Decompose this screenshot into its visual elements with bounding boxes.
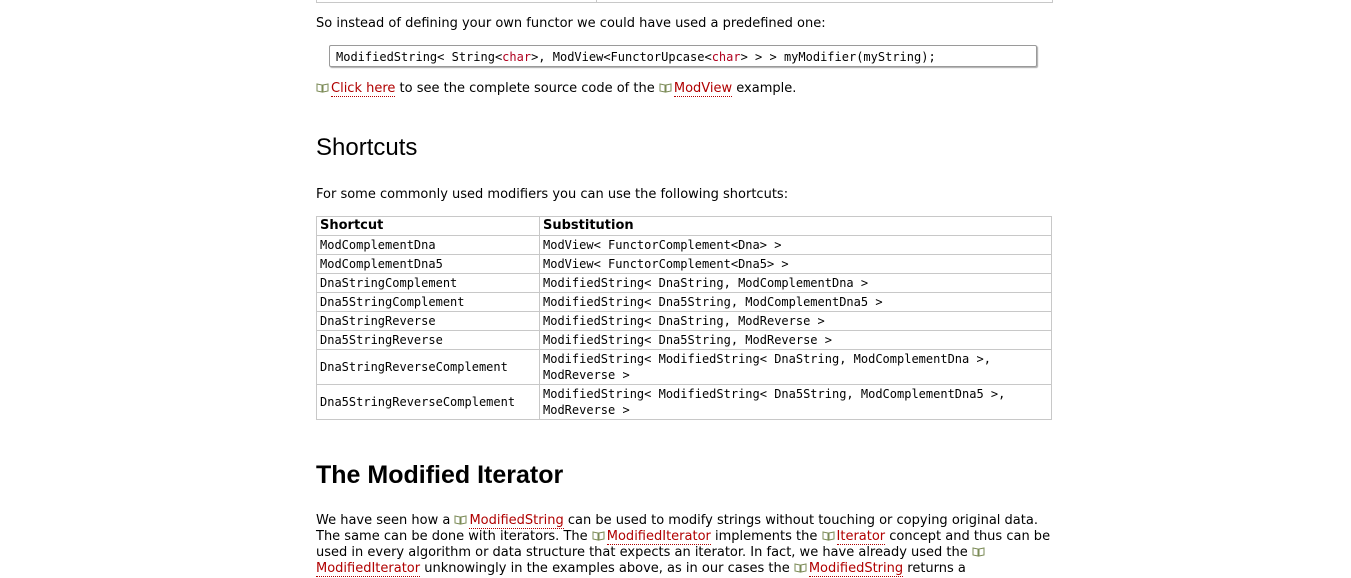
table-row: ModComplementDna ModView< FunctorCompleme… <box>316 235 1052 255</box>
book-icon <box>659 83 672 93</box>
header-shortcut: Shortcut <box>316 216 540 236</box>
book-icon <box>794 563 807 573</box>
table-row: DnaStringReverse ModifiedString< DnaStrin… <box>316 311 1052 331</box>
modified-iterator-heading: The Modified Iterator <box>316 461 564 489</box>
substitution-cell: ModView< FunctorComplement<Dna5> > <box>539 254 1052 274</box>
intro-text: So instead of defining your own functor … <box>316 16 826 31</box>
shortcut-cell: Dna5StringReverse <box>316 330 540 350</box>
table-row: Dna5StringComplement ModifiedString< Dna5… <box>316 292 1052 312</box>
shortcut-cell: DnaStringReverse <box>316 311 540 331</box>
header-substitution: Substitution <box>539 216 1052 236</box>
book-icon <box>822 531 835 541</box>
substitution-cell: ModifiedString< ModifiedString< Dna5Stri… <box>539 384 1052 420</box>
source-link-line: Click here to see the complete source co… <box>316 81 796 97</box>
modview-link[interactable]: ModView <box>673 81 733 97</box>
shortcut-cell: DnaStringReverseComplement <box>316 349 540 385</box>
substitution-cell: ModifiedString< DnaString, ModComplement… <box>539 273 1052 293</box>
modified-iterator-paragraph: We have seen how a ModifiedString can be… <box>316 513 1051 577</box>
table-row: DnaStringComplement ModifiedString< DnaSt… <box>316 273 1052 293</box>
book-icon <box>592 531 605 541</box>
modifiedstring-link[interactable]: ModifiedString <box>469 513 564 529</box>
substitution-cell: ModifiedString< Dna5String, ModComplemen… <box>539 292 1052 312</box>
substitution-cell: ModView< FunctorComplement<Dna> > <box>539 235 1052 255</box>
table-row: Dna5StringReverseComplement ModifiedStrin… <box>316 384 1052 420</box>
table-row: ModComplementDna5 ModView< FunctorComplem… <box>316 254 1052 274</box>
shortcuts-heading: Shortcuts <box>316 134 418 161</box>
modifiediterator-link[interactable]: ModifiedIterator <box>316 561 421 577</box>
iterator-link[interactable]: Iterator <box>836 529 886 545</box>
shortcut-cell: Dna5StringComplement <box>316 292 540 312</box>
substitution-cell: ModifiedString< DnaString, ModReverse > <box>539 311 1052 331</box>
previous-table-bottom <box>316 0 1053 3</box>
table-row: DnaStringReverseComplement ModifiedString… <box>316 349 1052 385</box>
shortcut-cell: Dna5StringReverseComplement <box>316 384 540 420</box>
substitution-cell: ModifiedString< ModifiedString< DnaStrin… <box>539 349 1052 385</box>
substitution-cell: ModifiedString< Dna5String, ModReverse > <box>539 330 1052 350</box>
table-header-row: Shortcut Substitution <box>316 216 1052 236</box>
book-icon <box>316 83 329 93</box>
modifiedstring-link[interactable]: ModifiedString <box>808 561 904 577</box>
shortcut-cell: ModComplementDna <box>316 235 540 255</box>
shortcut-cell: DnaStringComplement <box>316 273 540 293</box>
table-row: Dna5StringReverse ModifiedString< Dna5Str… <box>316 330 1052 350</box>
shortcut-cell: ModComplementDna5 <box>316 254 540 274</box>
modifiediterator-link[interactable]: ModifiedIterator <box>606 529 711 545</box>
click-here-link[interactable]: Click here <box>331 81 396 97</box>
code-block: ModifiedString< String<char>, ModView<Fu… <box>329 45 1037 67</box>
book-icon <box>972 547 985 557</box>
shortcuts-table: Shortcut Substitution ModComplementDna Mo… <box>316 216 1052 420</box>
book-icon <box>454 515 467 525</box>
shortcuts-intro: For some commonly used modifiers you can… <box>316 187 789 202</box>
